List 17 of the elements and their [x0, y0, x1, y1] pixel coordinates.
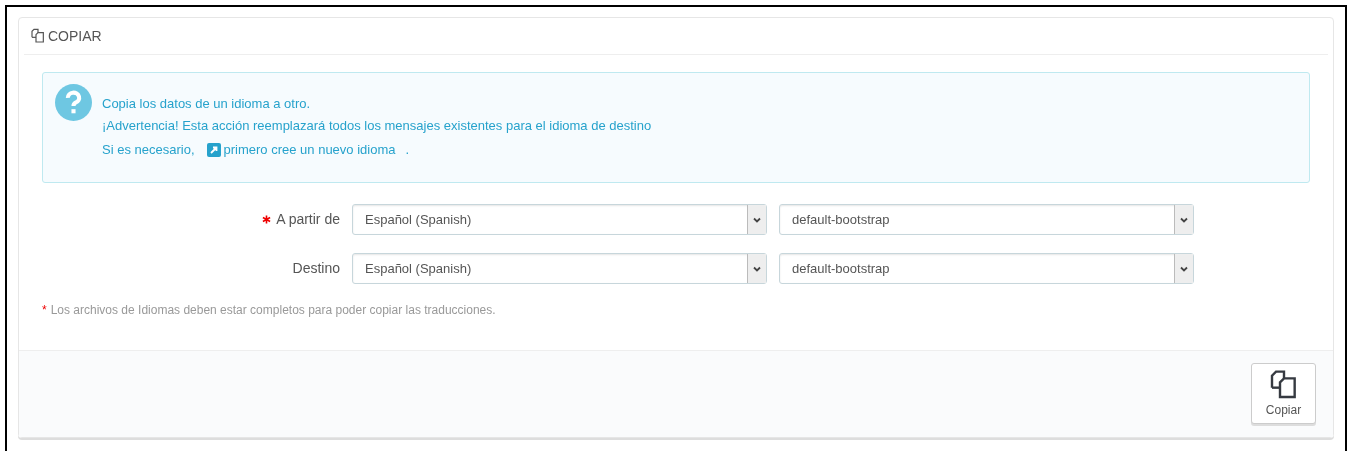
alert-text: .: [405, 141, 410, 159]
panel-title: COPIAR: [48, 26, 102, 46]
copy-icon: [30, 28, 46, 44]
dropdown-field[interactable]: Español (Spanish): [352, 253, 767, 284]
copy-button[interactable]: Copiar: [1251, 363, 1316, 424]
required-mark: *: [42, 302, 47, 319]
field-label: A partir de: [276, 210, 340, 229]
alert-text: ¡Advertencia! Esta acción reemplazará todos los mensajes existentes para el idioma de destino: [102, 117, 652, 135]
dropdown-field[interactable]: default-bootstrap: [779, 253, 1194, 284]
dropdown-field[interactable]: Español (Spanish): [352, 204, 767, 235]
dropdown-field[interactable]: default-bootstrap: [779, 204, 1194, 235]
footnote-text: Los archivos de Idiomas deben estar completos para poder copiar las traducciones.: [50, 302, 496, 319]
alert-text: Si es necesario,: [102, 141, 195, 159]
alert-text: Copia los datos de un idioma a otro.: [102, 95, 312, 113]
help-icon: [55, 84, 92, 121]
external-link-icon: [206, 143, 221, 157]
field-label: Destino: [292, 259, 340, 278]
